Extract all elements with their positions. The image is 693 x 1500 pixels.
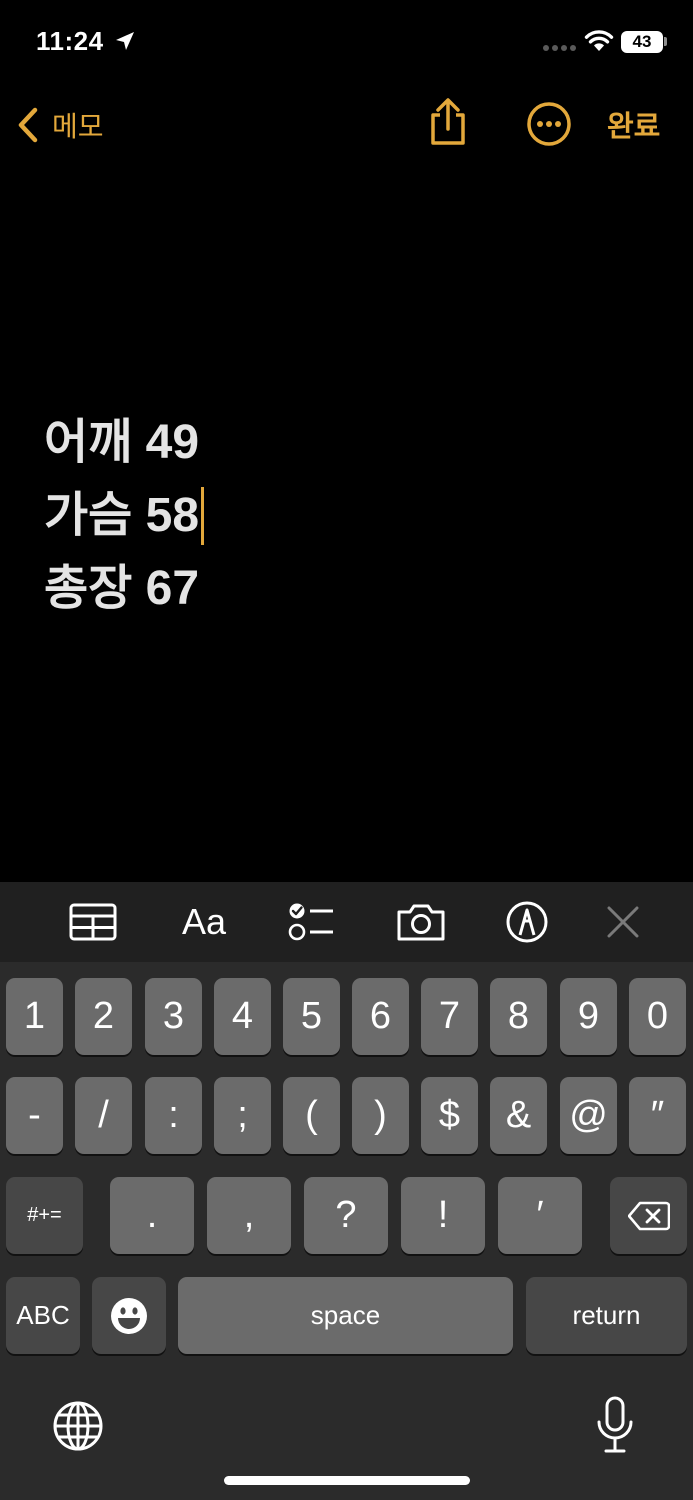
status-bar: 11:24 43 (0, 0, 693, 85)
globe-icon[interactable] (52, 1400, 104, 1452)
note-line-text: 총장 67 (44, 561, 200, 615)
key-dollar[interactable]: $ (421, 1077, 478, 1154)
abc-key[interactable]: ABC (6, 1277, 80, 1354)
close-icon (607, 906, 639, 938)
emoji-icon (111, 1297, 147, 1334)
key-open-paren[interactable]: ( (283, 1077, 340, 1154)
delete-backspace-icon (627, 1201, 670, 1230)
key-5[interactable]: 5 (283, 978, 340, 1055)
key-quote[interactable]: ″ (629, 1077, 686, 1154)
home-indicator[interactable] (224, 1476, 470, 1485)
table-icon (69, 903, 117, 941)
key-2[interactable]: 2 (75, 978, 132, 1055)
key-3[interactable]: 3 (145, 978, 202, 1055)
note-editor[interactable]: 어깨 49 가슴 58 총장 67 (44, 406, 664, 625)
back-button[interactable]: 메모 (16, 105, 104, 145)
key-slash[interactable]: / (75, 1077, 132, 1154)
key-at[interactable]: @ (560, 1077, 617, 1154)
wifi-icon (584, 30, 614, 51)
note-line-text: 가슴 58 (44, 488, 200, 542)
text-format-icon: Aa (181, 901, 227, 942)
note-line[interactable]: 어깨 49 (44, 406, 664, 479)
key-hyphen[interactable]: - (6, 1077, 63, 1154)
done-button[interactable]: 완료 (607, 103, 660, 145)
table-button[interactable] (68, 900, 118, 944)
emoji-key[interactable] (92, 1277, 166, 1354)
note-line-text: 어깨 49 (44, 415, 200, 469)
battery-tip (664, 37, 667, 46)
key-semicolon[interactable]: ; (214, 1077, 271, 1154)
markup-button[interactable] (504, 900, 550, 944)
symbols-key[interactable]: #+= (6, 1177, 83, 1254)
microphone-icon[interactable] (596, 1396, 634, 1454)
key-9[interactable]: 9 (560, 978, 617, 1055)
key-1[interactable]: 1 (6, 978, 63, 1055)
key-colon[interactable]: : (145, 1077, 202, 1154)
more-circle-icon[interactable] (526, 101, 572, 147)
return-key[interactable]: return (526, 1277, 687, 1354)
key-8[interactable]: 8 (490, 978, 547, 1055)
checklist-button[interactable] (286, 900, 336, 944)
key-4[interactable]: 4 (214, 978, 271, 1055)
key-ampersand[interactable]: & (490, 1077, 547, 1154)
space-key[interactable]: space (178, 1277, 513, 1354)
back-button-label: 메모 (52, 111, 104, 142)
note-line[interactable]: 가슴 58 (44, 479, 664, 552)
close-toolbar-button[interactable] (604, 900, 642, 944)
format-toolbar: Aa (0, 882, 693, 962)
key-0[interactable]: 0 (629, 978, 686, 1055)
share-icon[interactable] (424, 97, 472, 147)
camera-icon (397, 904, 445, 941)
text-caret (201, 486, 205, 545)
battery-icon: 43 (621, 31, 663, 53)
keyboard: 1 2 3 4 5 6 7 8 9 0 - / : ; ( ) $ & @ ″ … (0, 962, 693, 1500)
key-exclamation[interactable]: ! (401, 1177, 485, 1254)
key-close-paren[interactable]: ) (352, 1077, 409, 1154)
signal-dots-icon (543, 45, 576, 51)
location-arrow-icon (116, 32, 134, 50)
status-time: 11:24 (36, 26, 104, 56)
key-6[interactable]: 6 (352, 978, 409, 1055)
nav-bar: 메모 완료 (0, 85, 693, 165)
key-7[interactable]: 7 (421, 978, 478, 1055)
camera-button[interactable] (394, 900, 448, 944)
checklist-icon (288, 903, 333, 941)
key-comma[interactable]: , (207, 1177, 291, 1254)
text-format-button[interactable]: Aa (176, 900, 232, 944)
key-period[interactable]: . (110, 1177, 194, 1254)
key-apostrophe[interactable]: ′ (498, 1177, 582, 1254)
markup-pen-icon (506, 901, 548, 943)
chevron-left-icon (18, 107, 38, 143)
key-question[interactable]: ? (304, 1177, 388, 1254)
delete-key[interactable] (610, 1177, 687, 1254)
note-line[interactable]: 총장 67 (44, 552, 664, 625)
